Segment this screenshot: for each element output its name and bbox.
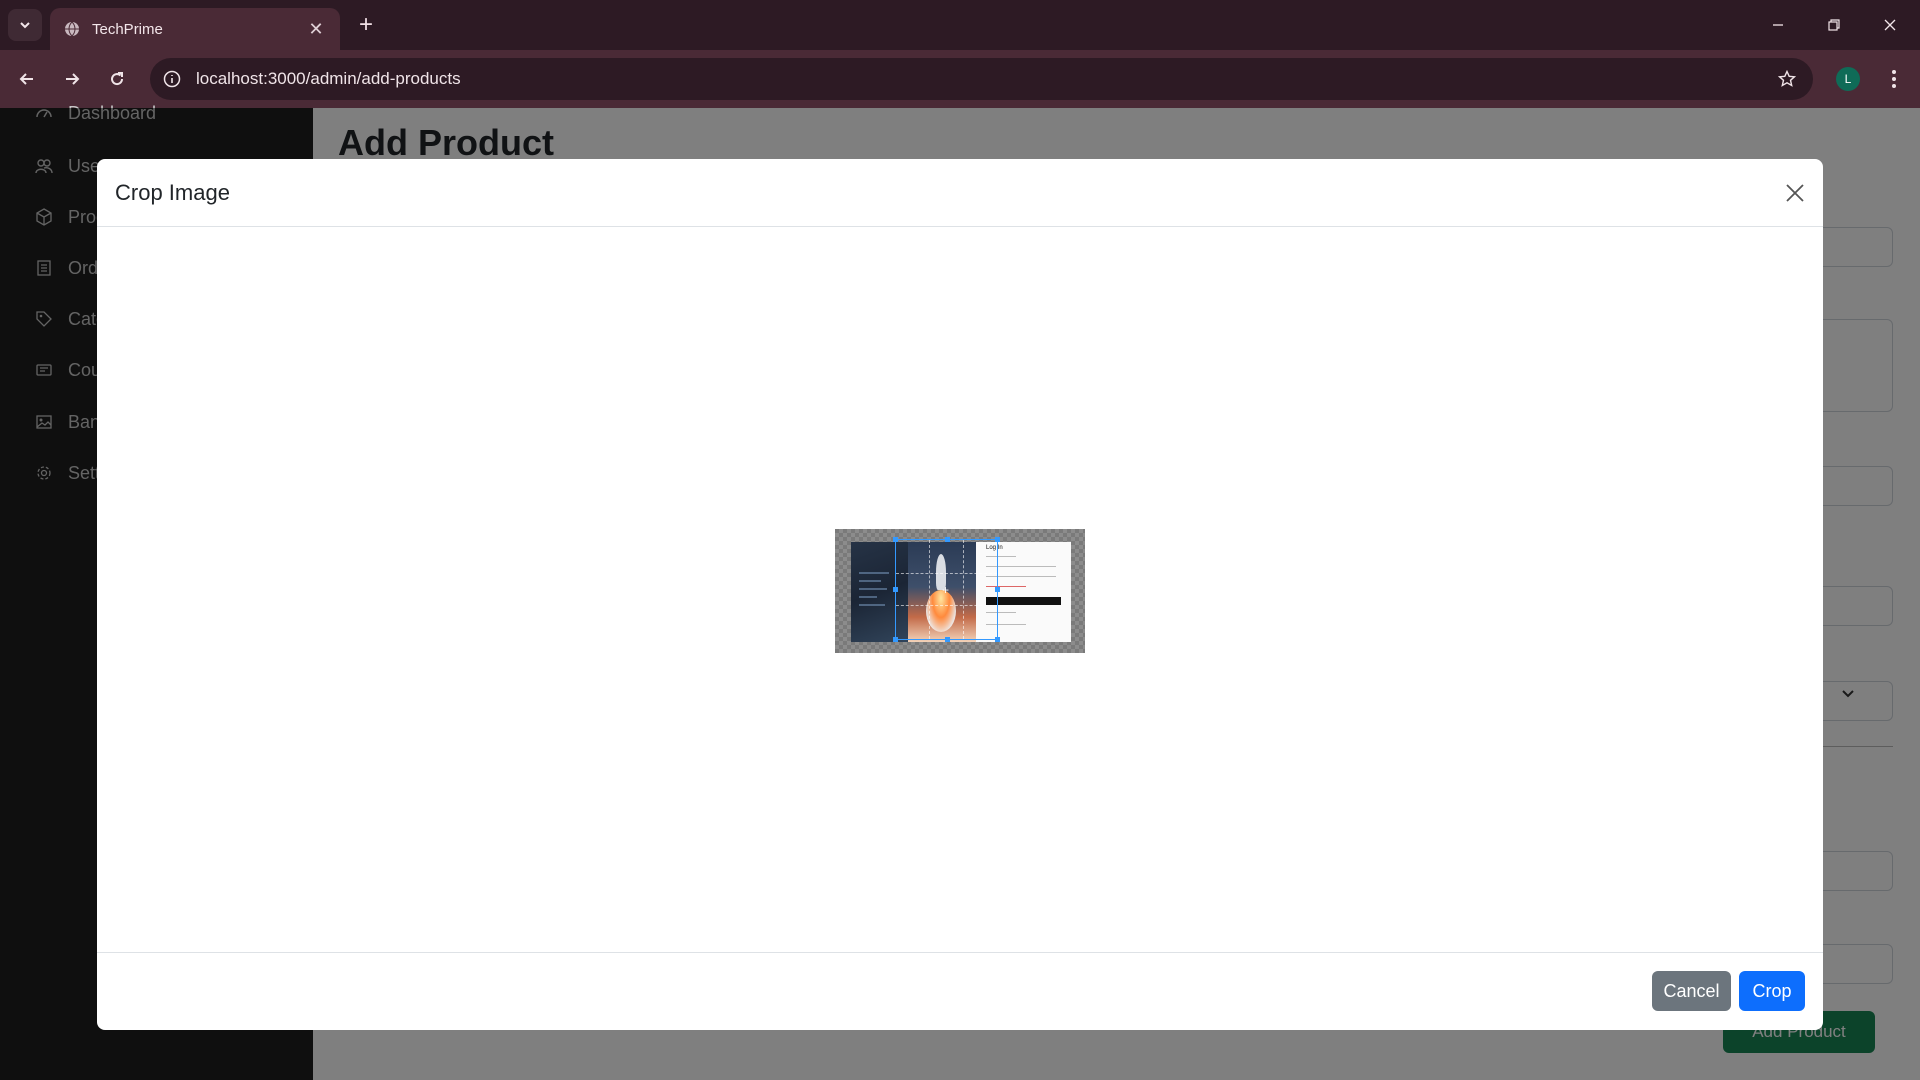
site-info-icon[interactable] — [160, 67, 184, 91]
tab-search-button[interactable] — [8, 9, 42, 41]
more-vertical-icon — [1892, 70, 1896, 88]
crop-button[interactable]: Crop — [1739, 971, 1805, 1011]
crop-handle[interactable] — [945, 637, 950, 642]
modal-close-button[interactable] — [1781, 179, 1809, 207]
browser-menu-button[interactable] — [1880, 64, 1908, 94]
arrow-left-icon — [19, 73, 33, 85]
globe-icon — [65, 21, 79, 37]
image-cropper[interactable]: Log In + — [835, 529, 1085, 653]
chevron-down-icon — [20, 22, 30, 29]
tab-close-icon[interactable]: ✕ — [306, 19, 326, 40]
modal-footer: Cancel Crop — [97, 952, 1823, 1030]
browser-toolbar: localhost:3000/admin/add-products L — [0, 50, 1920, 108]
close-icon — [1786, 184, 1804, 202]
crop-handle[interactable] — [945, 537, 950, 542]
close-window-button[interactable] — [1862, 0, 1918, 50]
modal-title: Crop Image — [115, 180, 230, 205]
modal-body: Log In + — [97, 227, 1823, 952]
browser-tab-bar: TechPrime ✕ + — [0, 0, 1920, 50]
tab-title: TechPrime — [92, 20, 163, 38]
minimize-icon — [1773, 24, 1783, 26]
crop-handle[interactable] — [893, 537, 898, 542]
restore-button[interactable] — [1806, 0, 1862, 50]
crop-handle[interactable] — [995, 587, 1000, 592]
forward-button[interactable] — [55, 62, 89, 96]
crop-handle[interactable] — [893, 637, 898, 642]
profile-avatar[interactable]: L — [1836, 67, 1860, 91]
crosshair-icon: + — [942, 583, 950, 597]
crop-handle[interactable] — [995, 537, 1000, 542]
address-bar[interactable]: localhost:3000/admin/add-products — [150, 58, 1813, 100]
crop-handle[interactable] — [893, 587, 898, 592]
arrow-right-icon — [66, 73, 80, 85]
close-icon — [1884, 19, 1896, 31]
new-tab-button[interactable]: + — [350, 10, 382, 40]
url-text: localhost:3000/admin/add-products — [196, 69, 461, 88]
crop-selection-box[interactable]: + — [893, 537, 1000, 642]
bookmark-star-icon[interactable] — [1775, 67, 1799, 91]
modal-header: Crop Image — [97, 159, 1823, 227]
crop-image-modal: Crop Image Log In + Cancel Crop — [97, 159, 1823, 1030]
crop-handle[interactable] — [995, 637, 1000, 642]
reload-button[interactable] — [100, 62, 134, 96]
browser-tab[interactable]: TechPrime ✕ — [50, 8, 340, 50]
restore-icon — [1828, 19, 1840, 31]
back-button[interactable] — [10, 62, 44, 96]
minimize-button[interactable] — [1750, 0, 1806, 50]
reload-icon — [111, 72, 124, 86]
cancel-button[interactable]: Cancel — [1652, 971, 1731, 1011]
